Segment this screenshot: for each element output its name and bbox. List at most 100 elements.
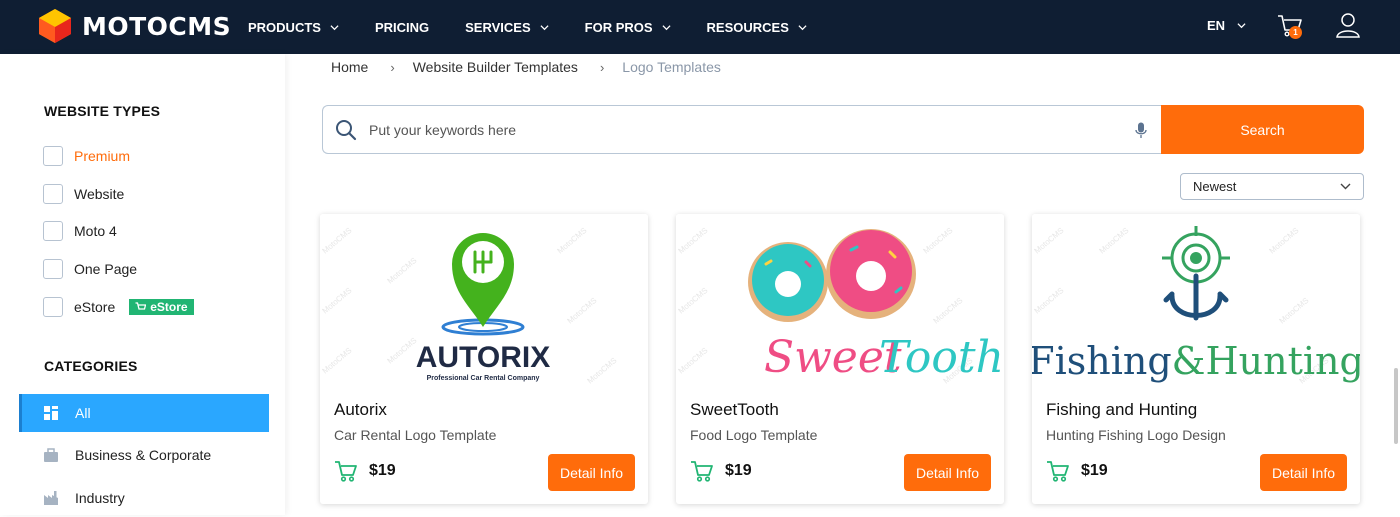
svg-text:MotoCMS: MotoCMS xyxy=(321,346,354,376)
autorix-tagline: Professional Car Rental Company xyxy=(427,375,540,382)
language-selector[interactable]: EN xyxy=(1207,18,1246,33)
svg-text:MotoCMS: MotoCMS xyxy=(1278,296,1311,326)
nav-services-label: SERVICES xyxy=(465,19,531,35)
search-field[interactable] xyxy=(322,105,1161,154)
detail-info-button[interactable]: Detail Info xyxy=(548,454,635,491)
cart-icon xyxy=(135,302,147,310)
cart-icon[interactable] xyxy=(334,460,358,482)
product-subtitle: Car Rental Logo Template xyxy=(334,427,497,443)
sort-selected-value: Newest xyxy=(1193,179,1237,194)
filter-estore-label: eStore xyxy=(74,299,116,315)
sort-select[interactable]: Newest xyxy=(1180,173,1364,200)
search-input[interactable] xyxy=(369,121,1109,138)
autorix-logo-image: MotoCMS MotoCMS MotoCMS MotoCMS MotoCMS … xyxy=(321,226,619,386)
category-all[interactable]: All xyxy=(19,394,269,432)
briefcase-icon xyxy=(44,448,58,462)
svg-text:MotoCMS: MotoCMS xyxy=(386,336,419,366)
nav-for-pros-label: FOR PROS xyxy=(584,19,653,35)
main-nav: PRODUCTS PRICING SERVICES FOR PROS RESOU… xyxy=(248,0,843,54)
svg-text:MotoCMS: MotoCMS xyxy=(1033,226,1066,256)
sweettooth-logo-image: MotoCMS MotoCMS MotoCMS MotoCMS MotoCMS … xyxy=(677,226,1004,386)
product-title[interactable]: Autorix xyxy=(334,400,387,420)
chevron-down-icon xyxy=(1237,23,1246,29)
svg-text:MotoCMS: MotoCMS xyxy=(677,346,710,376)
detail-info-button[interactable]: Detail Info xyxy=(904,454,991,491)
cart-icon[interactable] xyxy=(1046,460,1070,482)
product-title[interactable]: SweetTooth xyxy=(690,400,779,420)
product-subtitle: Food Logo Template xyxy=(690,427,818,443)
product-price: $19 xyxy=(1046,460,1108,482)
product-thumbnail[interactable]: MotoCMS MotoCMS MotoCMS MotoCMS MotoCMS … xyxy=(676,214,1004,389)
nav-for-pros[interactable]: FOR PROS xyxy=(585,20,671,35)
svg-text:MotoCMS: MotoCMS xyxy=(586,356,619,386)
cart-icon[interactable] xyxy=(690,460,714,482)
product-thumbnail[interactable]: MotoCMS MotoCMS MotoCMS MotoCMS MotoCMS … xyxy=(1032,214,1360,389)
chevron-right-icon: › xyxy=(599,59,605,75)
fishing-hunting-logo-image: MotoCMS MotoCMS MotoCMS MotoCMS MotoCMS … xyxy=(1032,226,1360,386)
chevron-down-icon xyxy=(798,24,807,30)
product-price: $19 xyxy=(334,460,396,482)
category-industry[interactable]: Industry xyxy=(19,479,269,517)
product-price: $19 xyxy=(690,460,752,482)
product-card: MotoCMS MotoCMS MotoCMS MotoCMS MotoCMS … xyxy=(1032,214,1360,504)
top-header: MOTOCMS PRODUCTS PRICING SERVICES FOR PR… xyxy=(0,0,1400,54)
svg-text:MotoCMS: MotoCMS xyxy=(321,226,354,256)
price-value: $19 xyxy=(369,462,396,479)
filter-sidebar: WEBSITE TYPES Premium Website Moto 4 One… xyxy=(0,54,285,515)
sweettooth-wordmark-2: Tooth xyxy=(879,332,1004,383)
filter-estore[interactable]: eStore eStore xyxy=(43,297,194,317)
product-subtitle: Hunting Fishing Logo Design xyxy=(1046,427,1226,443)
svg-text:MotoCMS: MotoCMS xyxy=(1098,226,1131,256)
brand-logo[interactable]: MOTOCMS xyxy=(36,7,231,45)
svg-text:MotoCMS: MotoCMS xyxy=(1033,286,1066,316)
filter-one-page[interactable]: One Page xyxy=(43,259,137,279)
chevron-down-icon xyxy=(662,24,671,30)
filter-website[interactable]: Website xyxy=(43,184,124,204)
user-account-icon[interactable] xyxy=(1336,12,1360,38)
search-button[interactable]: Search xyxy=(1161,105,1364,154)
svg-text:MotoCMS: MotoCMS xyxy=(677,226,710,256)
category-industry-label: Industry xyxy=(75,490,125,506)
svg-text:MotoCMS: MotoCMS xyxy=(1268,226,1301,256)
product-title[interactable]: Fishing and Hunting xyxy=(1046,400,1197,420)
svg-text:MotoCMS: MotoCMS xyxy=(556,226,589,256)
chevron-down-icon xyxy=(330,24,339,30)
svg-text:MotoCMS: MotoCMS xyxy=(922,226,955,256)
filter-one-page-label: One Page xyxy=(74,261,138,277)
nav-resources[interactable]: RESOURCES xyxy=(707,20,807,35)
fishing-hunting-wordmark: Fishing&Hunting xyxy=(1032,339,1360,383)
chevron-down-icon xyxy=(540,24,549,30)
estore-badge-label: eStore xyxy=(150,300,188,314)
checkbox[interactable] xyxy=(43,297,63,317)
chevron-right-icon: › xyxy=(390,59,395,75)
filter-moto4-label: Moto 4 xyxy=(74,223,117,239)
svg-text:MotoCMS: MotoCMS xyxy=(321,286,354,316)
breadcrumb-home[interactable]: Home xyxy=(331,59,368,75)
filter-premium[interactable]: Premium xyxy=(43,146,130,166)
nav-products[interactable]: PRODUCTS xyxy=(248,20,339,35)
cart-count-badge: 1 xyxy=(1289,26,1302,39)
breadcrumb-website-builder-templates[interactable]: Website Builder Templates xyxy=(413,59,578,75)
category-business-corporate[interactable]: Business & Corporate xyxy=(19,436,269,474)
svg-text:MotoCMS: MotoCMS xyxy=(566,296,599,326)
nav-services[interactable]: SERVICES xyxy=(465,20,549,35)
search-bar: Search xyxy=(322,105,1364,154)
filter-moto4[interactable]: Moto 4 xyxy=(43,221,117,241)
page-scrollbar[interactable] xyxy=(1394,368,1398,444)
product-card: MotoCMS MotoCMS MotoCMS MotoCMS MotoCMS … xyxy=(676,214,1004,504)
svg-text:MotoCMS: MotoCMS xyxy=(932,296,965,326)
checkbox[interactable] xyxy=(43,146,63,166)
checkbox[interactable] xyxy=(43,259,63,279)
nav-resources-label: RESOURCES xyxy=(706,19,789,35)
grid-icon xyxy=(44,406,58,420)
motocms-logo-icon xyxy=(39,9,71,43)
breadcrumb-current: Logo Templates xyxy=(622,59,721,75)
nav-pricing[interactable]: PRICING xyxy=(375,20,429,35)
checkbox[interactable] xyxy=(43,184,63,204)
product-thumbnail[interactable]: MotoCMS MotoCMS MotoCMS MotoCMS MotoCMS … xyxy=(320,214,648,389)
checkbox[interactable] xyxy=(43,221,63,241)
price-value: $19 xyxy=(725,462,752,479)
category-all-label: All xyxy=(75,405,91,421)
detail-info-button[interactable]: Detail Info xyxy=(1260,454,1347,491)
microphone-icon[interactable] xyxy=(1135,122,1147,139)
